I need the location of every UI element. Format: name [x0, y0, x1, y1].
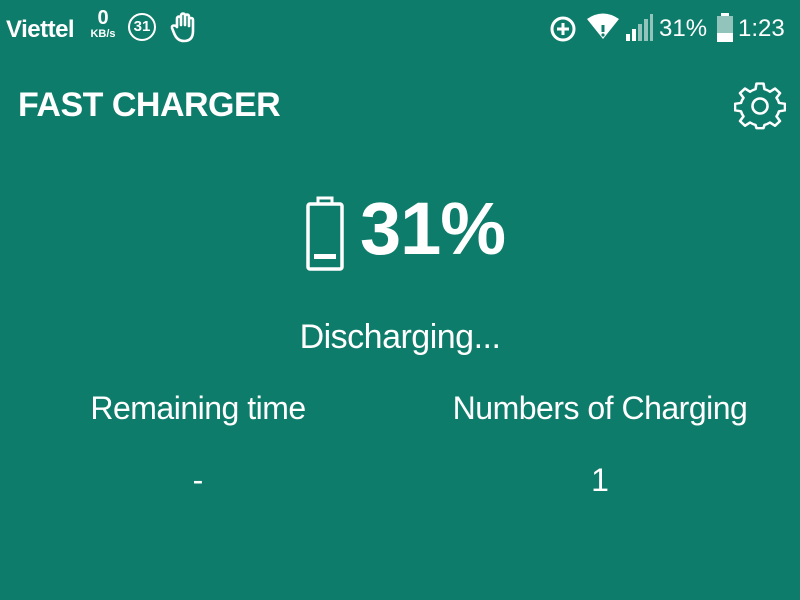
- wifi-icon: [587, 13, 619, 39]
- gear-icon[interactable]: [734, 80, 786, 132]
- signal-icon: [626, 14, 653, 41]
- status-bar: Viettel 0 KB/s 31 31% 1:23: [0, 0, 800, 60]
- carrier-name: Viettel: [6, 16, 75, 43]
- battery-level-icon: [306, 196, 344, 271]
- network-speed-value: 0: [97, 7, 109, 29]
- status-clock: 1:23: [738, 15, 785, 42]
- hand-icon: [170, 12, 195, 43]
- remaining-time-value: -: [192, 462, 204, 498]
- notification-count-badge: 31: [128, 13, 156, 41]
- status-battery-percent: 31%: [659, 15, 708, 42]
- charging-count-label: Numbers of Charging: [452, 390, 748, 426]
- network-speed-unit: KB/s: [90, 28, 116, 40]
- battery-icon: [717, 13, 733, 42]
- data-saver-icon: [550, 16, 576, 42]
- charging-count-value: 1: [591, 462, 609, 498]
- fast-charger-screen: Viettel 0 KB/s 31 31% 1:23 FAST CHARGER …: [0, 0, 800, 600]
- charge-status-text: Discharging...: [299, 318, 501, 356]
- network-speed: 0 KB/s: [86, 8, 120, 40]
- remaining-time-label: Remaining time: [90, 390, 306, 426]
- battery-fill-level: [314, 254, 336, 259]
- app-title: FAST CHARGER: [18, 86, 281, 124]
- battery-percent-large: 31%: [360, 187, 506, 270]
